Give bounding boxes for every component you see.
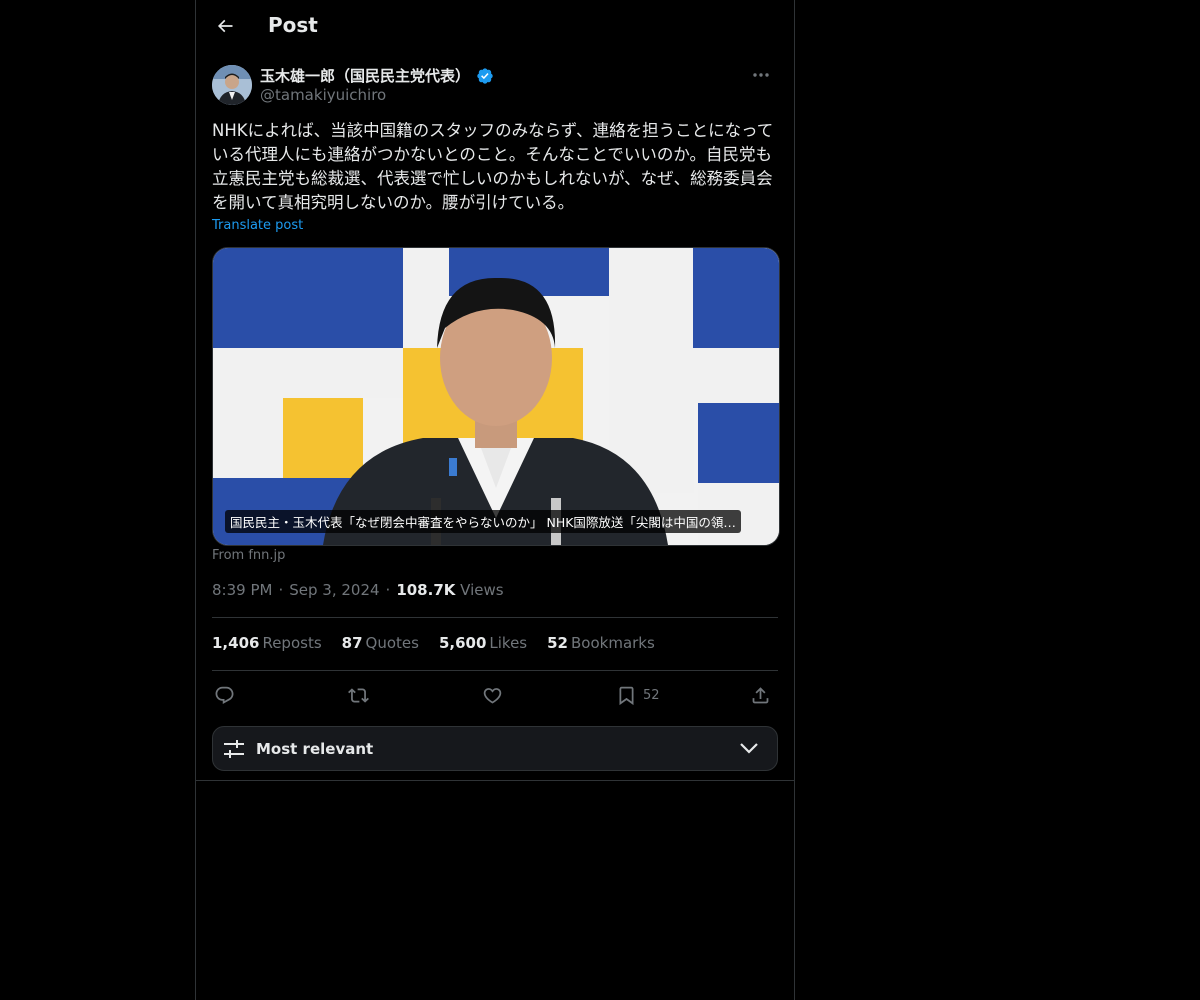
author-header: 玉木雄一郎（国民民主党代表） @tamakiyuichiro: [212, 64, 778, 108]
views-label: Views: [460, 581, 504, 599]
top-bar: Post: [196, 0, 794, 53]
back-arrow-icon: [217, 19, 233, 33]
reply-icon: [215, 686, 234, 704]
share-button[interactable]: [750, 680, 771, 710]
name-row: 玉木雄一郎（国民民主党代表）: [260, 65, 494, 86]
bookmark-icon: [619, 686, 634, 705]
reply-button[interactable]: [214, 680, 235, 710]
action-bar: 52: [212, 680, 778, 710]
post-time[interactable]: 8:39 PM: [212, 581, 272, 599]
like-button[interactable]: [482, 680, 503, 710]
handle[interactable]: @tamakiyuichiro: [260, 86, 386, 104]
sort-label: Most relevant: [256, 740, 374, 758]
post-text: NHKによれば、当該中国籍のスタッフのみならず、連絡を担うことになっている代理人…: [212, 119, 778, 215]
sort-replies-dropdown[interactable]: Most relevant: [212, 726, 778, 771]
stat-likes[interactable]: 5,600 Likes: [439, 634, 527, 652]
divider: [196, 780, 794, 781]
avatar[interactable]: [212, 65, 252, 105]
like-icon: [483, 687, 502, 704]
stat-reposts[interactable]: 1,406 Reposts: [212, 634, 322, 652]
media-source[interactable]: From fnn.jp: [212, 548, 285, 563]
stat-quotes[interactable]: 87 Quotes: [342, 634, 419, 652]
post-body: NHKによれば、当該中国籍のスタッフのみならず、連絡を担うことになっている代理人…: [212, 121, 774, 212]
engagement-stats: 1,406 Reposts 87 Quotes 5,600 Likes 52 Bookm…: [212, 634, 655, 652]
post-date[interactable]: Sep 3, 2024: [289, 581, 379, 599]
verified-badge-icon: [477, 67, 493, 84]
divider: [212, 670, 778, 671]
bookmark-count: 52: [643, 687, 660, 703]
divider: [212, 617, 778, 618]
chevron-down-icon: [740, 743, 758, 754]
more-button[interactable]: [744, 64, 778, 86]
views-count: 108.7K: [396, 581, 456, 599]
repost-button[interactable]: [348, 680, 369, 710]
stat-bookmarks[interactable]: 52 Bookmarks: [547, 634, 655, 652]
post-meta: 8:39 PM · Sep 3, 2024 · 108.7K Views: [212, 581, 504, 599]
media-caption: 国民民主・玉木代表「なぜ閉会中審査をやらないのか」 NHK国際放送「尖閣は中国の…: [225, 510, 741, 533]
media-thumbnail: [213, 248, 779, 545]
more-icon: [753, 73, 769, 77]
display-name[interactable]: 玉木雄一郎（国民民主党代表）: [260, 65, 470, 86]
media-card[interactable]: 国民民主・玉木代表「なぜ閉会中審査をやらないのか」 NHK国際放送「尖閣は中国の…: [212, 247, 780, 546]
meta-separator: ·: [278, 581, 284, 599]
sort-sliders-icon: [224, 740, 244, 758]
meta-separator: ·: [385, 581, 391, 599]
page-title: Post: [268, 13, 318, 37]
translate-link[interactable]: Translate post: [212, 218, 303, 233]
bookmark-button[interactable]: 52: [616, 680, 660, 710]
back-button[interactable]: [208, 9, 242, 43]
repost-icon: [348, 687, 369, 703]
post-column: Post 玉木雄一郎（国民民主党代表） @tamakiyuichiro NHKに…: [195, 0, 795, 1000]
share-icon: [752, 686, 769, 703]
